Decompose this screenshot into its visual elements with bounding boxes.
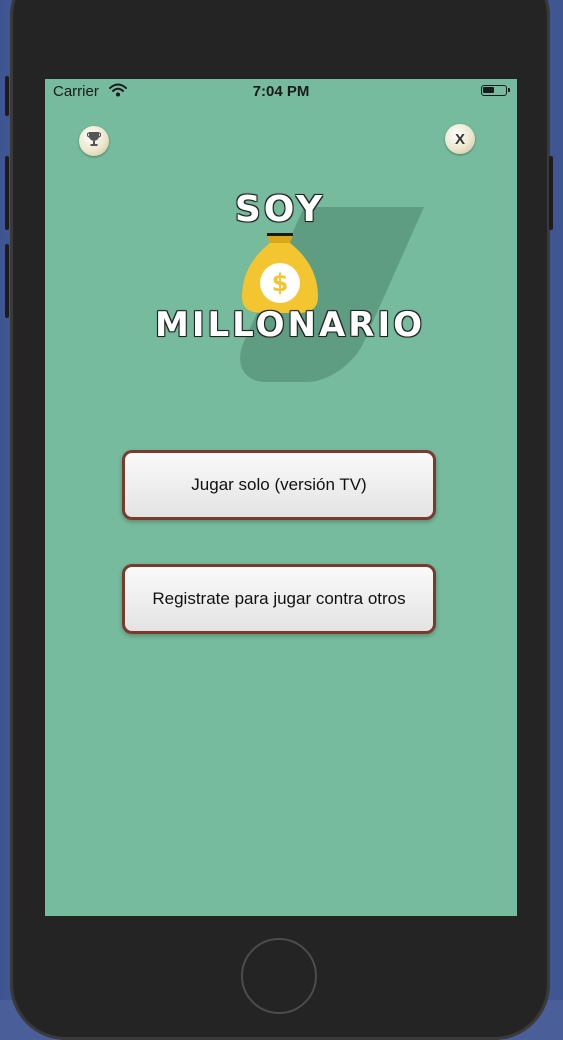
trophy-icon xyxy=(86,131,102,152)
battery-icon xyxy=(481,85,510,96)
battery-level xyxy=(483,87,494,93)
status-time: 7:04 PM xyxy=(252,83,310,100)
play-solo-button[interactable]: Jugar solo (versión TV) xyxy=(122,450,436,520)
volume-up-button xyxy=(5,156,9,230)
logo-title-line1: SOY xyxy=(234,189,326,230)
register-button[interactable]: Registrate para jugar contra otros xyxy=(122,564,436,634)
logo-title-line2: MILLONARIO xyxy=(155,305,426,345)
trophy-button[interactable] xyxy=(79,126,109,156)
home-button[interactable] xyxy=(241,938,317,1014)
volume-down-button xyxy=(5,244,9,318)
close-button[interactable]: X xyxy=(445,124,475,154)
app-logo: SOY $ MILLONARIO xyxy=(155,187,426,387)
dollar-sign: $ xyxy=(272,269,289,297)
close-icon: X xyxy=(454,130,465,148)
battery-tip xyxy=(508,88,510,92)
app-screen: Carrier 7:04 PM X SOY $ MILLONARIO Jugar… xyxy=(45,79,517,916)
money-bag-icon: $ xyxy=(242,233,318,313)
status-bar: Carrier 7:04 PM xyxy=(45,79,517,105)
mute-switch xyxy=(5,76,9,116)
power-button xyxy=(549,156,553,230)
